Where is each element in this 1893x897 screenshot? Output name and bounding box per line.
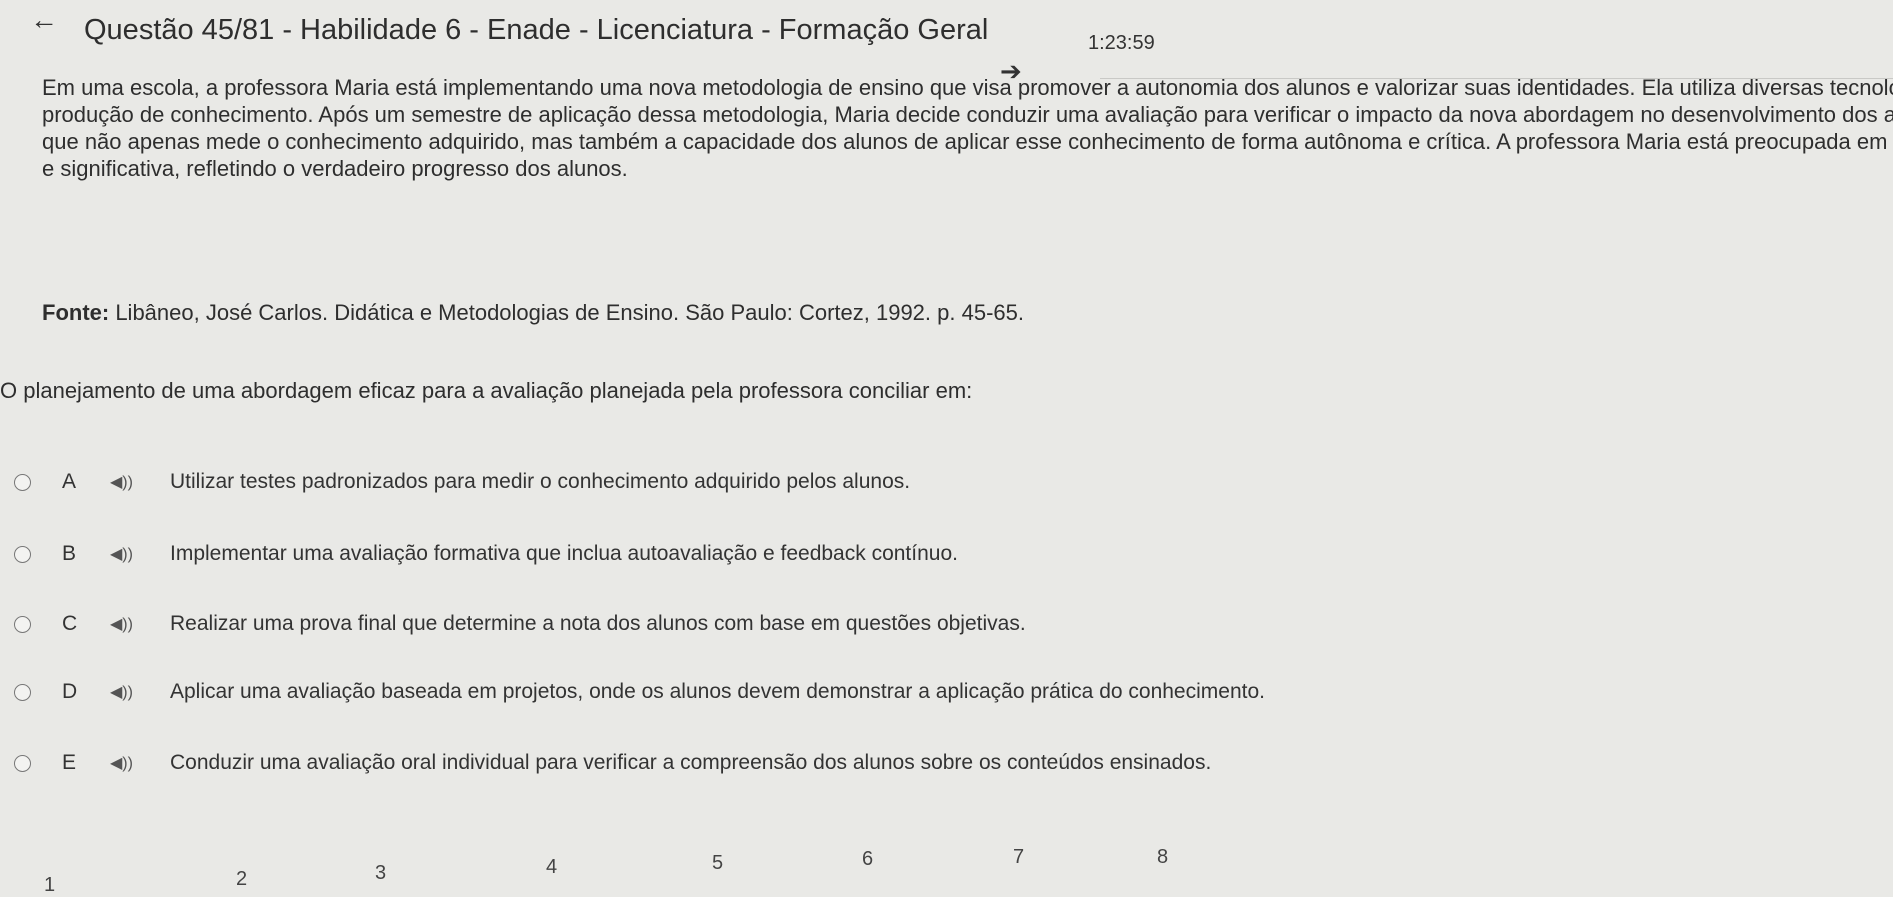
question-pagination: 1 2 3 4 5 6 7 8: [0, 846, 1893, 896]
source-text: Libâneo, José Carlos. Didática e Metodol…: [109, 300, 1024, 325]
speaker-icon[interactable]: ◀)): [110, 682, 133, 702]
speaker-icon[interactable]: ◀)): [110, 614, 133, 634]
option-e[interactable]: E ◀)) Conduzir uma avaliação oral indivi…: [0, 743, 1300, 783]
option-text: Realizar uma prova final que determine a…: [170, 612, 1026, 635]
page-number-2[interactable]: 2: [236, 868, 247, 891]
radio-button[interactable]: [14, 615, 31, 633]
option-d[interactable]: D ◀)) Aplicar uma avaliação baseada em p…: [0, 672, 1300, 712]
statement-line: que não apenas mede o conhecimento adqui…: [42, 129, 1893, 154]
page-number-3[interactable]: 3: [375, 862, 386, 885]
option-text: Utilizar testes padronizados para medir …: [170, 470, 911, 493]
option-a[interactable]: A ◀)) Utilizar testes padronizados para …: [0, 462, 1300, 502]
back-arrow-icon[interactable]: ←: [30, 4, 58, 36]
radio-button[interactable]: [14, 754, 31, 772]
option-letter: C: [62, 612, 78, 635]
page-number-8[interactable]: 8: [1157, 846, 1168, 869]
page-title: Questão 45/81 - Habilidade 6 - Enade - L…: [84, 14, 989, 46]
source-label: Fonte:: [42, 300, 110, 325]
speaker-icon[interactable]: ◀)): [110, 472, 133, 492]
page-number-7[interactable]: 7: [1013, 846, 1024, 869]
statement-line: e significativa, refletindo o verdadeiro…: [42, 156, 628, 181]
timer: 1:23:59: [1088, 32, 1155, 54]
option-letter: E: [62, 751, 77, 774]
radio-button[interactable]: [14, 473, 31, 491]
option-letter: B: [62, 542, 77, 565]
option-c[interactable]: C ◀)) Realizar uma prova final que deter…: [0, 604, 1300, 644]
page-number-4[interactable]: 4: [546, 856, 557, 879]
option-text: Aplicar uma avaliação baseada em projeto…: [170, 680, 1265, 703]
speaker-icon[interactable]: ◀)): [110, 753, 133, 773]
option-b[interactable]: B ◀)) Implementar uma avaliação formativ…: [0, 534, 1300, 574]
question-header: ← Questão 45/81 - Habilidade 6 - Enade -…: [0, 0, 1893, 86]
speaker-icon[interactable]: ◀)): [110, 544, 133, 564]
statement-line: produção de conhecimento. Após um semest…: [42, 102, 1893, 127]
radio-button[interactable]: [14, 683, 31, 701]
source-citation: Fonte: Libâneo, José Carlos. Didática e …: [42, 300, 1024, 326]
statement-line: Em uma escola, a professora Maria está i…: [42, 75, 1893, 100]
radio-button[interactable]: [14, 545, 31, 563]
page-number-6[interactable]: 6: [862, 848, 873, 871]
question-prompt: O planejamento de uma abordagem eficaz p…: [0, 378, 973, 403]
option-letter: A: [62, 470, 77, 493]
option-text: Implementar uma avaliação formativa que …: [170, 542, 958, 565]
option-letter: D: [62, 680, 78, 703]
question-statement: Em uma escola, a professora Maria está i…: [42, 74, 1893, 224]
page-number-5[interactable]: 5: [712, 852, 723, 875]
option-text: Conduzir uma avaliação oral individual p…: [170, 751, 1212, 774]
